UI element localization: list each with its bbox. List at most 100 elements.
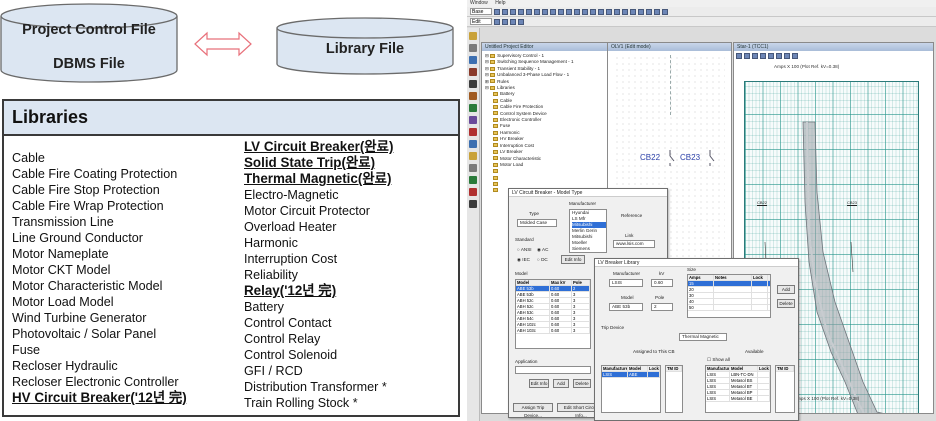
- available-tm-id-column[interactable]: TM ID: [775, 365, 795, 413]
- tool-icon[interactable]: [469, 152, 477, 160]
- library-item: Interruption Cost: [244, 252, 338, 266]
- std-dc[interactable]: ○ DC: [537, 257, 548, 262]
- toolbar-icon[interactable]: [606, 8, 612, 15]
- tool-icon[interactable]: [469, 188, 477, 196]
- toolbar-icon[interactable]: [558, 8, 564, 15]
- toolbar-icon[interactable]: [502, 18, 508, 25]
- toolbar-icon[interactable]: [518, 18, 524, 25]
- toolbar-icon[interactable]: [646, 8, 652, 15]
- available-table[interactable]: Manufacturer Model Lock LSISLBN-TC-DN LS…: [705, 365, 771, 413]
- tool-icon[interactable]: [469, 176, 477, 184]
- menu-window[interactable]: Window: [470, 0, 488, 6]
- lib-manufacturer-field[interactable]: LSIS: [609, 279, 643, 287]
- tool-icon[interactable]: [469, 200, 477, 208]
- zoom-icon[interactable]: [736, 53, 742, 59]
- toolbar-icon[interactable]: [534, 8, 540, 15]
- tool-icon[interactable]: [469, 104, 477, 112]
- assigned-label: Assigned to This CB: [633, 349, 675, 354]
- toolbar-icon[interactable]: [622, 8, 628, 15]
- assigned-table[interactable]: Manufacturer Model Lock LSIS ABE: [601, 365, 661, 413]
- folder-icon: [493, 137, 498, 142]
- toolbar-icon[interactable]: [638, 8, 644, 15]
- print-icon[interactable]: [760, 53, 766, 59]
- tool-icon[interactable]: [469, 128, 477, 136]
- lib-kv-field[interactable]: 0.60: [651, 279, 673, 287]
- toolbar-icon[interactable]: [590, 8, 596, 15]
- toolbar-icon[interactable]: [654, 8, 660, 15]
- tool-icon[interactable]: [469, 56, 477, 64]
- toolbar-icon[interactable]: [550, 8, 556, 15]
- toolbar-icon[interactable]: [502, 8, 508, 15]
- type-select[interactable]: Molded Case: [517, 219, 557, 227]
- size-table[interactable]: Amps Notes Lock 15 20 30 40 50: [687, 274, 771, 318]
- toolbar-icon[interactable]: [630, 8, 636, 15]
- size-label: Size: [687, 267, 696, 272]
- model-table[interactable]: Model Max kV Pole ABE 53b 0.60 2 ABE 53b 0.…: [515, 279, 591, 349]
- toolbar-icon[interactable]: [614, 8, 620, 15]
- manufacturer-list[interactable]: Hyundai LS Mfr Mitsubishi Merlin Gerin M…: [569, 209, 607, 253]
- tool-icon[interactable]: [469, 140, 477, 148]
- tool-icon[interactable]: [469, 164, 477, 172]
- table-row[interactable]: LSIS Metasol BE: [706, 396, 770, 402]
- toolbar-icon[interactable]: [510, 8, 516, 15]
- toolbar-icon[interactable]: [542, 8, 548, 15]
- library-item: Cable Fire Coating Protection: [12, 167, 178, 181]
- std-ansi[interactable]: ○ ANSI: [517, 247, 532, 252]
- lib-model-field[interactable]: ABE 53b: [609, 303, 643, 311]
- edit-select[interactable]: Edit: [470, 18, 492, 25]
- toolbar-icon[interactable]: [494, 18, 500, 25]
- assigned-tm-id-column[interactable]: TM ID: [665, 365, 683, 413]
- tool-icon[interactable]: [469, 32, 477, 40]
- grid-icon[interactable]: [768, 53, 774, 59]
- toolbar-icon[interactable]: [526, 8, 532, 15]
- library-item: Electro-Magnetic: [244, 188, 339, 202]
- pan-icon[interactable]: [752, 53, 758, 59]
- mode-select[interactable]: Base: [470, 8, 492, 15]
- std-ac[interactable]: ◉ AC: [537, 247, 548, 253]
- assign-trip-device-button[interactable]: Assign Trip Device...: [513, 403, 553, 418]
- toolbar-icon[interactable]: [494, 8, 500, 15]
- close-icon[interactable]: [792, 53, 798, 59]
- toolbar-icon[interactable]: [574, 8, 580, 15]
- link-field[interactable]: www.lsis.com: [613, 240, 655, 248]
- tool-icon[interactable]: [469, 68, 477, 76]
- standard-label: Standard: [515, 237, 534, 242]
- cb22-label[interactable]: CB22: [640, 153, 660, 162]
- lib-delete-button[interactable]: Delete: [777, 299, 795, 308]
- folder-icon: [493, 156, 498, 161]
- manufacturer-option[interactable]: Siemens: [572, 246, 606, 252]
- toolbar-icon[interactable]: [582, 8, 588, 15]
- toolbar-icon[interactable]: [598, 8, 604, 15]
- table-row[interactable]: ABH 103c 0.60 3: [516, 328, 590, 334]
- edit-info-button-top[interactable]: Edit Info: [561, 255, 585, 264]
- toolbar-icon[interactable]: [518, 8, 524, 15]
- tool-icon[interactable]: [469, 80, 477, 88]
- menu-help[interactable]: Help: [495, 0, 505, 6]
- trip-device-select[interactable]: Thermal Magnetic: [679, 333, 727, 341]
- model-label: Model: [515, 271, 528, 276]
- show-all-checkbox[interactable]: ☐ Show all: [707, 357, 730, 363]
- table-row[interactable]: LSIS ABE: [602, 372, 660, 378]
- folder-icon: [493, 130, 498, 135]
- application-field[interactable]: [515, 366, 591, 374]
- tool-icon[interactable]: [469, 92, 477, 100]
- add-button[interactable]: Add: [553, 379, 569, 388]
- toolbar-icon[interactable]: [510, 18, 516, 25]
- toolbar-icon[interactable]: [662, 8, 668, 15]
- folder-icon: [493, 124, 498, 129]
- cb23-label[interactable]: CB23: [680, 153, 700, 162]
- delete-button[interactable]: Delete: [573, 379, 591, 388]
- zoom-out-icon[interactable]: [744, 53, 750, 59]
- std-iec[interactable]: ◉ IEC: [517, 257, 530, 263]
- toolbar-icon[interactable]: [566, 8, 572, 15]
- tool-icon[interactable]: [469, 44, 477, 52]
- library-item: Battery: [244, 300, 284, 314]
- table-row[interactable]: 50: [688, 305, 770, 311]
- settings-icon[interactable]: [784, 53, 790, 59]
- edit-info-button[interactable]: Edit Info: [529, 379, 549, 388]
- tool-icon[interactable]: [469, 116, 477, 124]
- lib-add-button[interactable]: Add: [777, 285, 795, 294]
- legend-icon[interactable]: [776, 53, 782, 59]
- library-item: Motor CKT Model: [12, 263, 111, 277]
- lib-pole-field[interactable]: 2: [651, 303, 673, 311]
